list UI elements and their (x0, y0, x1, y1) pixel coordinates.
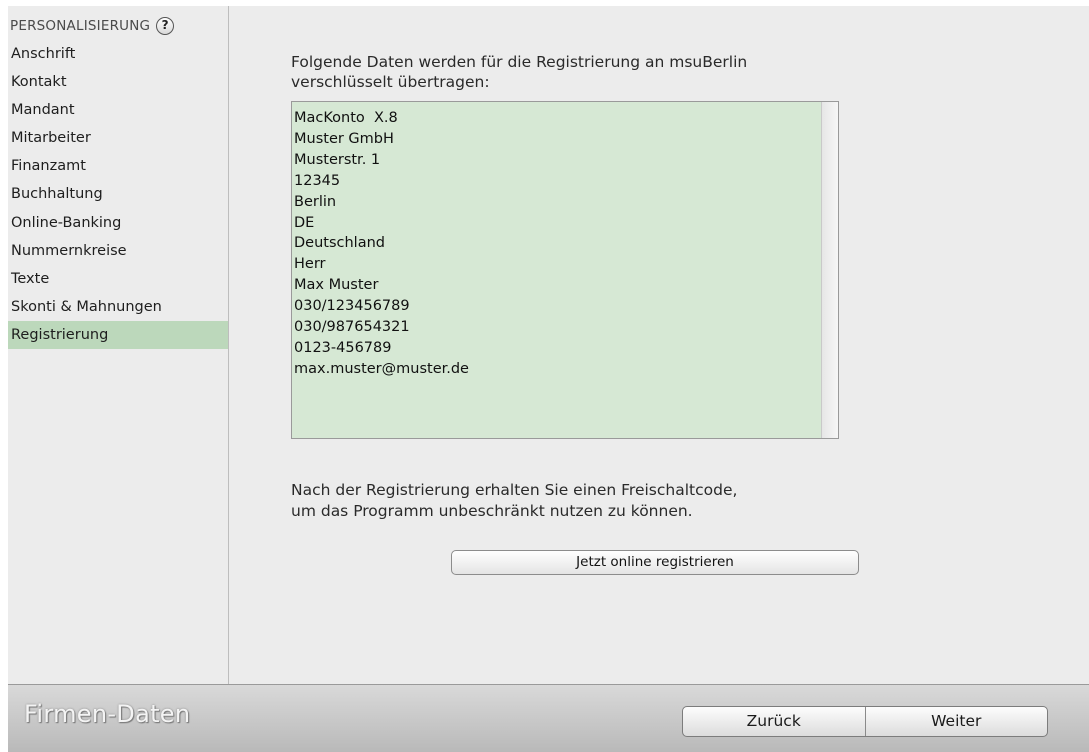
sidebar-item-mitarbeiter[interactable]: Mitarbeiter (8, 124, 228, 152)
sidebar-item-finanzamt[interactable]: Finanzamt (8, 152, 228, 180)
scrollbar[interactable] (821, 102, 838, 438)
sidebar-item-nummernkreise[interactable]: Nummernkreise (8, 237, 228, 265)
register-online-button[interactable]: Jetzt online registrieren (451, 550, 859, 575)
sidebar-header-label: PERSONALISIERUNG (10, 18, 151, 34)
registration-data-line: Herr (294, 256, 326, 273)
sidebar-item-online-banking[interactable]: Online-Banking (8, 209, 228, 237)
info-line: um das Programm unbeschränkt nutzen zu k… (291, 501, 693, 520)
registration-data-line: Deutschland (294, 235, 385, 252)
info-line: Nach der Registrierung erhalten Sie eine… (291, 481, 738, 499)
registration-data-line: Musterstr. 1 (294, 151, 381, 168)
intro-text: Folgende Daten werden für die Registrier… (291, 52, 891, 92)
window: PERSONALISIERUNG ? Anschrift Kontakt Manda… (8, 6, 1089, 752)
next-button[interactable]: Weiter (864, 707, 1048, 736)
navigation-button-group: Zurück Weiter (682, 706, 1048, 737)
registration-data-line: 030/123456789 (294, 298, 410, 315)
registration-data-lines: MacKonto X.8 Muster GmbH Musterstr. 1 12345… (294, 108, 838, 380)
bottom-bar: Firmen-Daten Zurück Weiter (8, 684, 1089, 752)
registration-data-line: DE (294, 214, 315, 231)
registration-data-line: MacKonto X.8 (294, 110, 398, 126)
sidebar-item-skonti-mahnungen[interactable]: Skonti & Mahnungen (8, 293, 228, 321)
registration-data-line: Muster GmbH (294, 130, 394, 147)
sidebar-item-anschrift[interactable]: Anschrift (8, 40, 228, 68)
info-text: Nach der Registrierung erhalten Sie eine… (291, 480, 891, 521)
sidebar-nav: Anschrift Kontakt Mandant Mitarbeiter Finanz… (8, 40, 228, 350)
sidebar: PERSONALISIERUNG ? Anschrift Kontakt Manda… (8, 6, 229, 684)
registration-data-line: Max Muster (294, 277, 379, 294)
registration-data-line: Berlin (294, 193, 337, 210)
sidebar-item-registrierung[interactable]: Registrierung (8, 320, 228, 350)
sidebar-item-kontakt[interactable]: Kontakt (8, 68, 228, 96)
intro-line: Folgende Daten werden für die Registrier… (291, 53, 748, 71)
registration-data-line: max.muster@muster.de (294, 360, 469, 377)
main-content: Folgende Daten werden für die Registrier… (229, 6, 1089, 684)
intro-line: verschlüsselt übertragen: (291, 73, 490, 91)
sidebar-item-texte[interactable]: Texte (8, 265, 228, 293)
registration-data-line: 030/987654321 (294, 319, 410, 336)
registration-data-line: 0123-456789 (294, 339, 392, 356)
sidebar-header: PERSONALISIERUNG ? (10, 16, 175, 36)
sidebar-item-mandant[interactable]: Mandant (8, 96, 228, 124)
sidebar-item-buchhaltung[interactable]: Buchhaltung (8, 180, 228, 208)
registration-data-field[interactable]: MacKonto X.8 Muster GmbH Musterstr. 1 12345… (291, 101, 839, 439)
registration-data-line: 12345 (294, 172, 341, 189)
help-icon[interactable]: ? (156, 17, 175, 35)
back-button[interactable]: Zurück (683, 707, 865, 736)
brand-title: Firmen-Daten (24, 700, 191, 728)
